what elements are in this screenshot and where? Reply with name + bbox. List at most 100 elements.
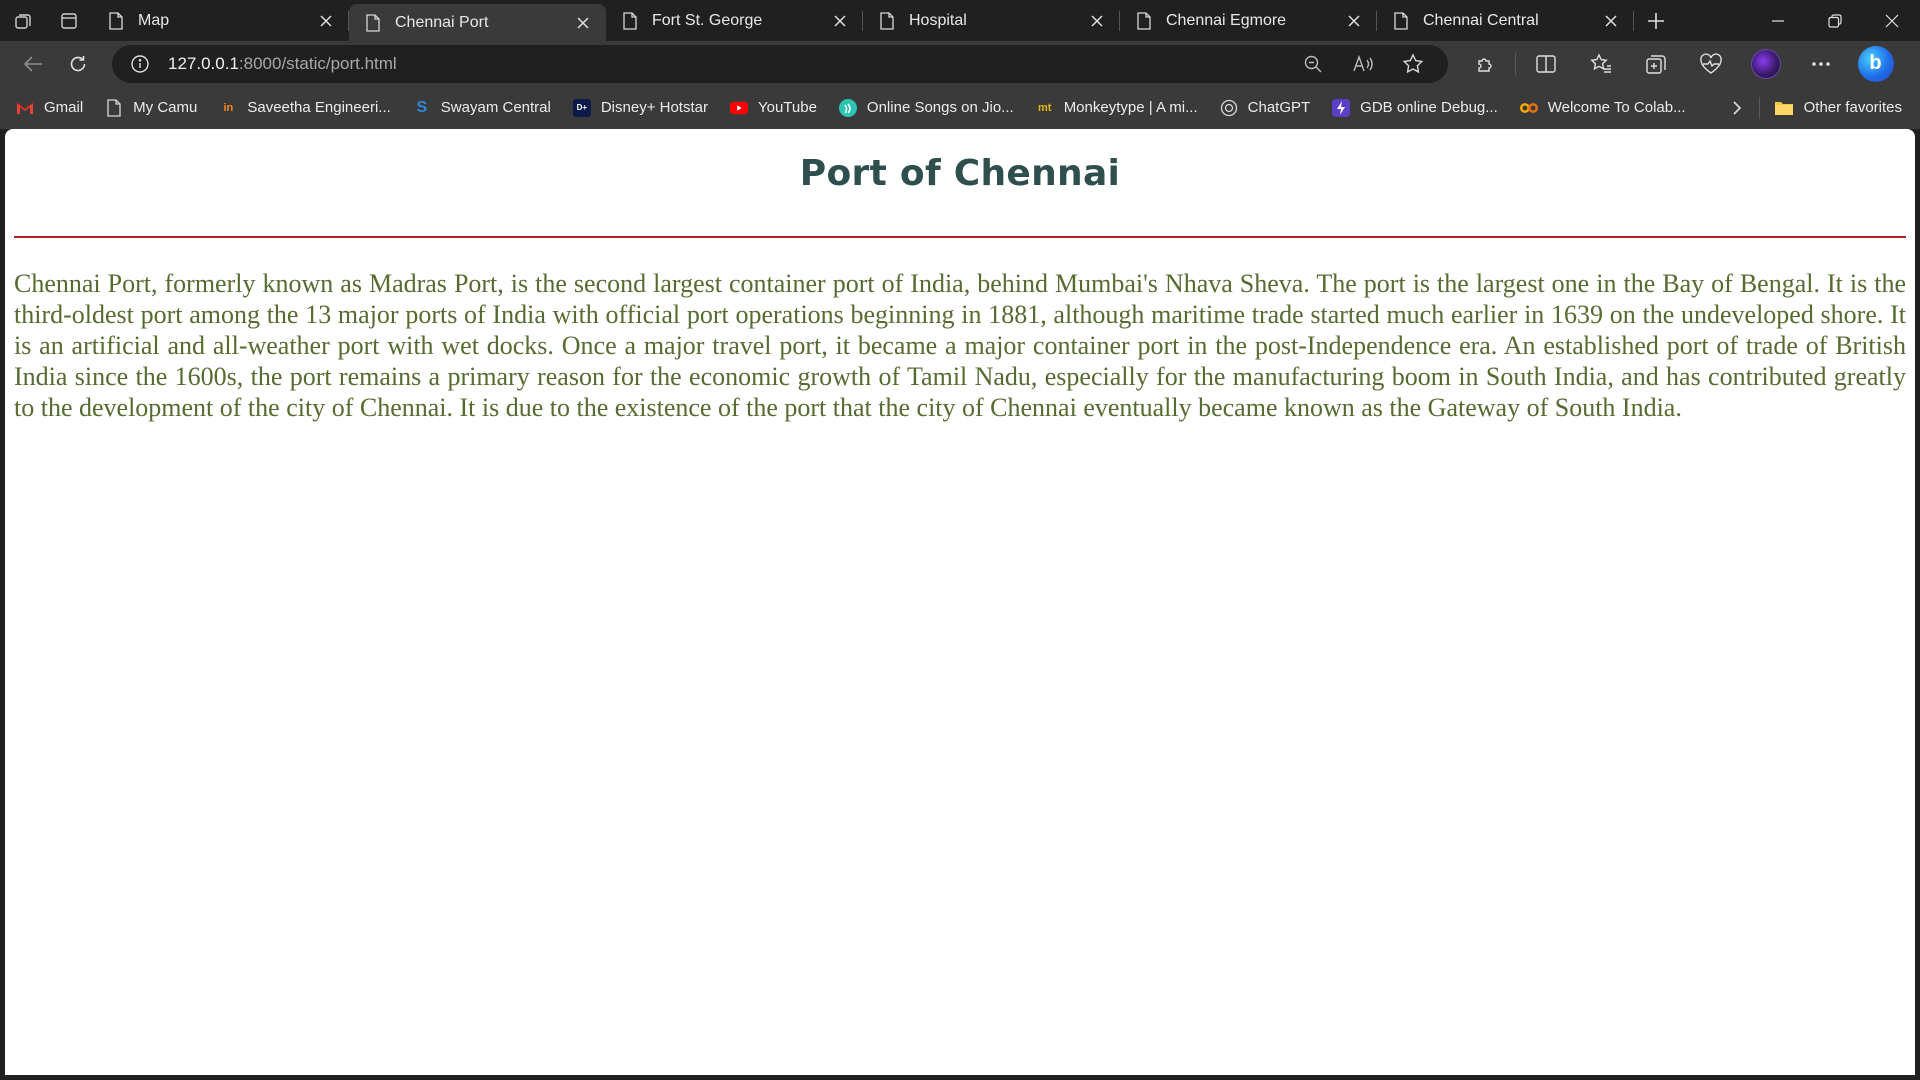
- hotstar-icon: D+: [572, 98, 591, 117]
- navigation-toolbar: 127.0.0.1:8000/static/port.html b: [0, 41, 1920, 86]
- bookmark-label: ChatGPT: [1247, 99, 1311, 116]
- bookmark-colab[interactable]: Welcome To Colab...: [1519, 99, 1686, 117]
- tab-fort-st-george[interactable]: Fort St. George: [606, 0, 863, 41]
- folder-icon: [1774, 101, 1793, 115]
- bookmark-gmail[interactable]: Gmail: [16, 99, 83, 117]
- collections-button[interactable]: [1628, 44, 1683, 84]
- other-favorites-folder[interactable]: Other favorites: [1762, 99, 1920, 116]
- page-icon: [1137, 11, 1151, 30]
- bookmark-label: Disney+ Hotstar: [600, 99, 708, 116]
- chatgpt-icon: [1220, 99, 1238, 117]
- back-button[interactable]: [10, 44, 55, 84]
- close-window-button[interactable]: [1863, 0, 1920, 41]
- close-icon[interactable]: [572, 12, 594, 34]
- tab-title: Chennai Central: [1423, 11, 1539, 29]
- restore-icon: [1827, 13, 1842, 28]
- close-icon[interactable]: [829, 10, 851, 32]
- plus-icon: [1648, 12, 1664, 29]
- page-icon: [880, 11, 894, 30]
- bookmarks-divider: [1758, 96, 1760, 119]
- colab-icon: [1519, 99, 1538, 117]
- page-icon: [623, 11, 637, 30]
- copilot-button[interactable]: b: [1848, 44, 1903, 84]
- bookmark-chatgpt[interactable]: ChatGPT: [1220, 99, 1311, 117]
- other-favorites-label: Other favorites: [1803, 99, 1902, 116]
- favorites-icon: [1589, 52, 1611, 73]
- horizontal-rule: [14, 236, 1906, 238]
- heart-pulse-icon: [1699, 52, 1722, 74]
- favorite-star-icon[interactable]: [1388, 47, 1438, 81]
- tab-title: Hospital: [909, 11, 967, 29]
- copilot-icon: b: [1857, 45, 1894, 82]
- browser-window: Map Chennai Port Fort St. George Hospita…: [0, 0, 1920, 1080]
- window-controls: [1749, 0, 1920, 41]
- bookmark-label: Saveetha Engineeri...: [247, 99, 391, 116]
- jiosaavn-icon: [838, 98, 857, 117]
- split-screen-icon: [1535, 54, 1556, 73]
- tab-chennai-central[interactable]: Chennai Central: [1377, 0, 1634, 41]
- favorites-button[interactable]: [1573, 44, 1628, 84]
- page-icon: [1394, 11, 1408, 30]
- gdb-icon: [1332, 98, 1351, 117]
- bookmark-label: My Camu: [133, 99, 198, 116]
- collections-icon: [1645, 54, 1666, 74]
- tab-map[interactable]: Map: [92, 0, 349, 41]
- minimize-icon: [1771, 19, 1784, 22]
- bookmark-label: Gmail: [44, 99, 84, 116]
- tab-hospital[interactable]: Hospital: [863, 0, 1120, 41]
- tab-title: Fort St. George: [652, 11, 763, 29]
- close-icon: [1885, 14, 1898, 27]
- extensions-icon: [1477, 57, 1492, 72]
- tab-divider: [1633, 11, 1634, 31]
- tab-chennai-egmore[interactable]: Chennai Egmore: [1120, 0, 1377, 41]
- bookmark-jiosaavn[interactable]: Online Songs on Jio...: [838, 98, 1014, 117]
- close-icon[interactable]: [1343, 10, 1365, 32]
- bookmark-swayam[interactable]: S Swayam Central: [413, 98, 550, 117]
- back-arrow-icon: [23, 55, 42, 72]
- split-screen-button[interactable]: [1518, 44, 1573, 84]
- tab-chennai-port[interactable]: Chennai Port: [349, 4, 606, 41]
- url-host: 127.0.0.1: [168, 53, 239, 73]
- address-bar[interactable]: 127.0.0.1:8000/static/port.html: [112, 44, 1448, 83]
- more-bookmarks-button[interactable]: [1717, 100, 1757, 116]
- page-icon: [105, 98, 123, 117]
- close-icon[interactable]: [1600, 10, 1622, 32]
- article-paragraph: Chennai Port, formerly known as Madras P…: [14, 269, 1906, 422]
- settings-menu-button[interactable]: [1793, 44, 1848, 84]
- bookmark-hotstar[interactable]: D+ Disney+ Hotstar: [572, 98, 708, 117]
- minimize-button[interactable]: [1749, 0, 1806, 41]
- zoom-icon[interactable]: [1288, 47, 1338, 81]
- bookmark-my-camu[interactable]: My Camu: [105, 98, 198, 117]
- bookmark-saveetha[interactable]: in Saveetha Engineeri...: [219, 99, 390, 117]
- bookmark-label: Welcome To Colab...: [1547, 99, 1686, 116]
- toolbar-divider: [1515, 52, 1516, 75]
- tab-actions-icon[interactable]: [46, 0, 92, 41]
- page-icon: [366, 13, 380, 32]
- refresh-button[interactable]: [55, 44, 100, 84]
- bookmark-label: GDB online Debug...: [1360, 99, 1498, 116]
- bookmark-label: Online Songs on Jio...: [866, 99, 1014, 116]
- close-icon[interactable]: [315, 10, 337, 32]
- read-aloud-icon[interactable]: [1338, 47, 1388, 81]
- tab-title: Chennai Port: [395, 13, 489, 31]
- bookmark-youtube[interactable]: YouTube: [729, 99, 817, 117]
- tab-title: Map: [138, 11, 170, 29]
- toolbar-right: b: [1458, 44, 1903, 84]
- swayam-icon: S: [416, 98, 428, 116]
- extensions-button[interactable]: [1458, 44, 1513, 84]
- browser-essentials-button[interactable]: [1683, 44, 1738, 84]
- page-icon: [109, 11, 123, 30]
- url-text[interactable]: 127.0.0.1:8000/static/port.html: [168, 54, 1288, 74]
- bookmark-monkeytype[interactable]: mt Monkeytype | A mi...: [1036, 99, 1198, 117]
- workspaces-icon[interactable]: [0, 0, 46, 41]
- url-path: :8000/static/port.html: [238, 53, 397, 73]
- restore-button[interactable]: [1806, 0, 1863, 41]
- more-icon: [1811, 61, 1830, 66]
- page-viewport: Port of Chennai Chennai Port, formerly k…: [5, 129, 1915, 1075]
- youtube-icon: [729, 99, 748, 117]
- bookmark-gdb[interactable]: GDB online Debug...: [1332, 98, 1498, 117]
- profile-button[interactable]: [1738, 44, 1793, 84]
- site-info-icon[interactable]: [126, 50, 154, 78]
- new-tab-button[interactable]: [1634, 0, 1678, 41]
- close-icon[interactable]: [1086, 10, 1108, 32]
